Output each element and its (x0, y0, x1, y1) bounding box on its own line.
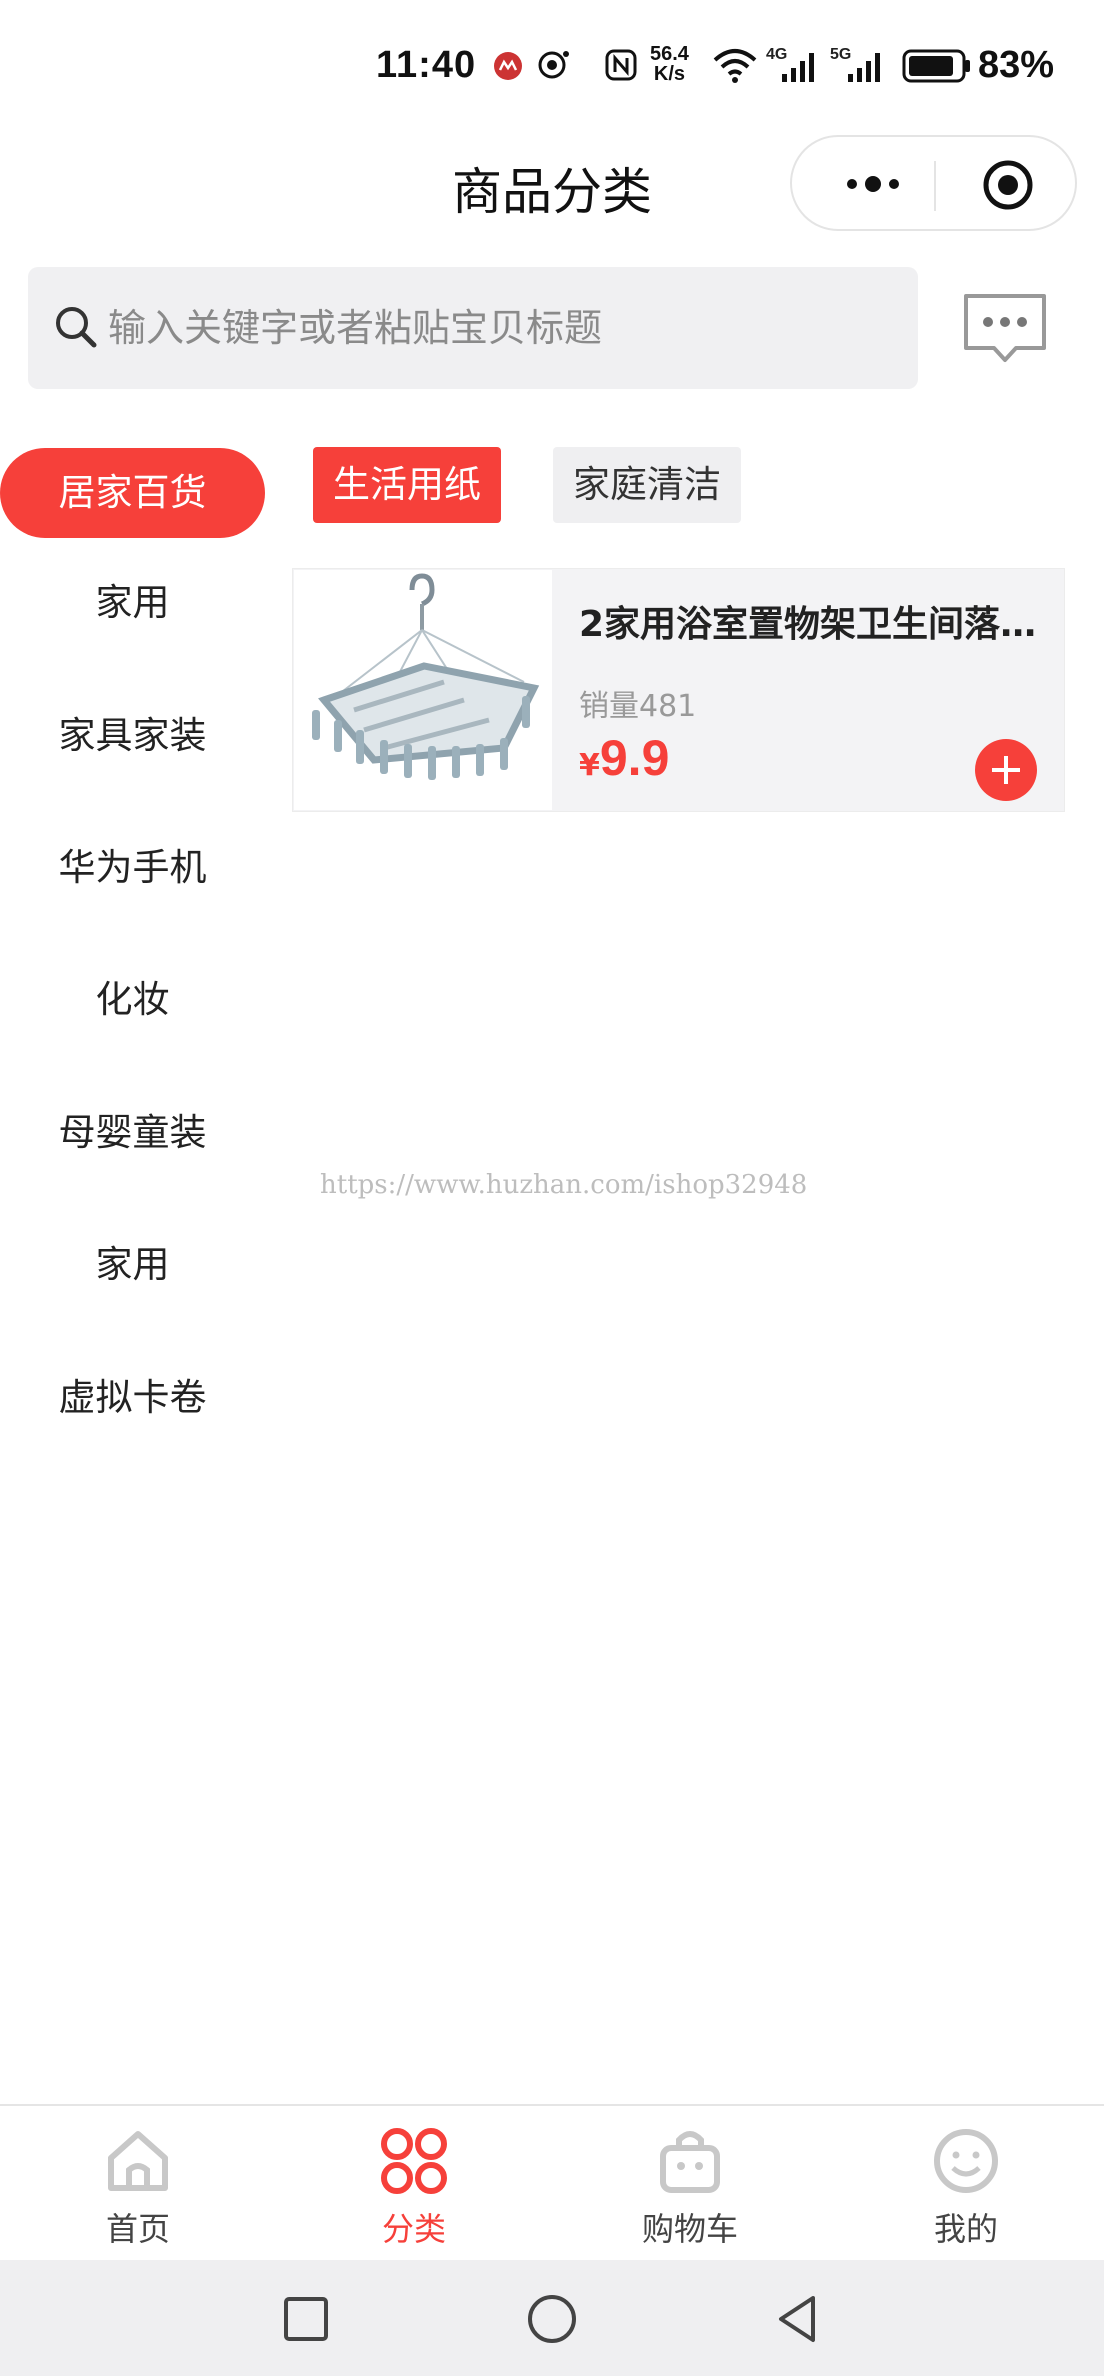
profile-icon (934, 2129, 998, 2193)
price-currency: ¥ (579, 748, 600, 783)
product-image (294, 570, 552, 810)
mini-program-capsule (790, 135, 1077, 231)
home-circle-icon[interactable] (525, 2292, 579, 2346)
battery-icon (902, 49, 970, 83)
cart-icon (660, 2131, 720, 2193)
tab-profile-label: 我的 (933, 2210, 998, 2248)
product-sales: 销量481 (579, 689, 697, 724)
tab-category-label: 分类 (381, 2210, 446, 2248)
recent-apps-icon[interactable] (279, 2292, 333, 2346)
category-item[interactable]: 华为手机 (0, 823, 265, 913)
category-item[interactable]: 家具家装 (0, 691, 265, 781)
watermark: https://www.huzhan.com/ishop32948 (320, 1170, 808, 1200)
category-item[interactable]: 家用 (0, 558, 265, 648)
price-value: 9.9 (599, 730, 670, 786)
message-icon[interactable] (960, 290, 1050, 366)
search-input[interactable] (108, 267, 888, 389)
search-icon (56, 307, 97, 348)
close-mini-program-icon[interactable] (982, 159, 1034, 211)
product-name: 2家用浴室置物架卫生间落地置物架 (579, 604, 1049, 645)
nfc-icon (605, 49, 637, 81)
home-icon (108, 2131, 168, 2191)
tab-cart-label: 购物车 (641, 2210, 738, 2248)
category-item[interactable]: 化妆 (0, 955, 265, 1045)
network-speed: 56.4 K/s (650, 43, 689, 85)
subtab[interactable]: 家庭清洁 (553, 447, 741, 523)
category-item[interactable]: 家用 (0, 1220, 265, 1310)
tab-profile[interactable]: 我的 (828, 2106, 1104, 2262)
search-bar (28, 267, 918, 389)
back-icon[interactable] (771, 2292, 825, 2346)
wifi-icon (713, 49, 757, 83)
subtab-active[interactable]: 生活用纸 (313, 447, 501, 523)
title-bar: 商品分类 (0, 130, 1104, 240)
status-time: 11:40 (376, 44, 477, 86)
category-item[interactable]: 母婴童装 (0, 1088, 265, 1178)
category-icon (381, 2128, 447, 2194)
tab-home[interactable]: 首页 (0, 2106, 276, 2262)
hotspot-icon (538, 51, 569, 79)
category-item-active[interactable]: 居家百货 (0, 448, 265, 538)
carrier-app-icon (494, 52, 522, 80)
product-card[interactable]: 2家用浴室置物架卫生间落地置物架 销量481 ¥9.9 (292, 568, 1065, 812)
system-navigation-bar (0, 2260, 1104, 2376)
status-bar: 11:40 56.4 K/s 4G 5G 83% (0, 0, 1104, 130)
tab-cart[interactable]: 购物车 (552, 2106, 828, 2262)
signal-a-icon (782, 53, 814, 82)
product-price: ¥9.9 (579, 729, 669, 787)
battery-percent: 83% (978, 44, 1055, 86)
category-item[interactable]: 虚拟卡卷 (0, 1353, 265, 1443)
bottom-tab-bar: 首页 分类 购物车 我的 (0, 2104, 1104, 2260)
add-to-cart-button[interactable] (975, 739, 1037, 801)
more-icon[interactable] (830, 169, 930, 199)
tab-home-label: 首页 (105, 2210, 170, 2248)
tab-category[interactable]: 分类 (276, 2106, 552, 2262)
capsule-divider (934, 161, 936, 211)
signal-b-icon (848, 53, 880, 82)
